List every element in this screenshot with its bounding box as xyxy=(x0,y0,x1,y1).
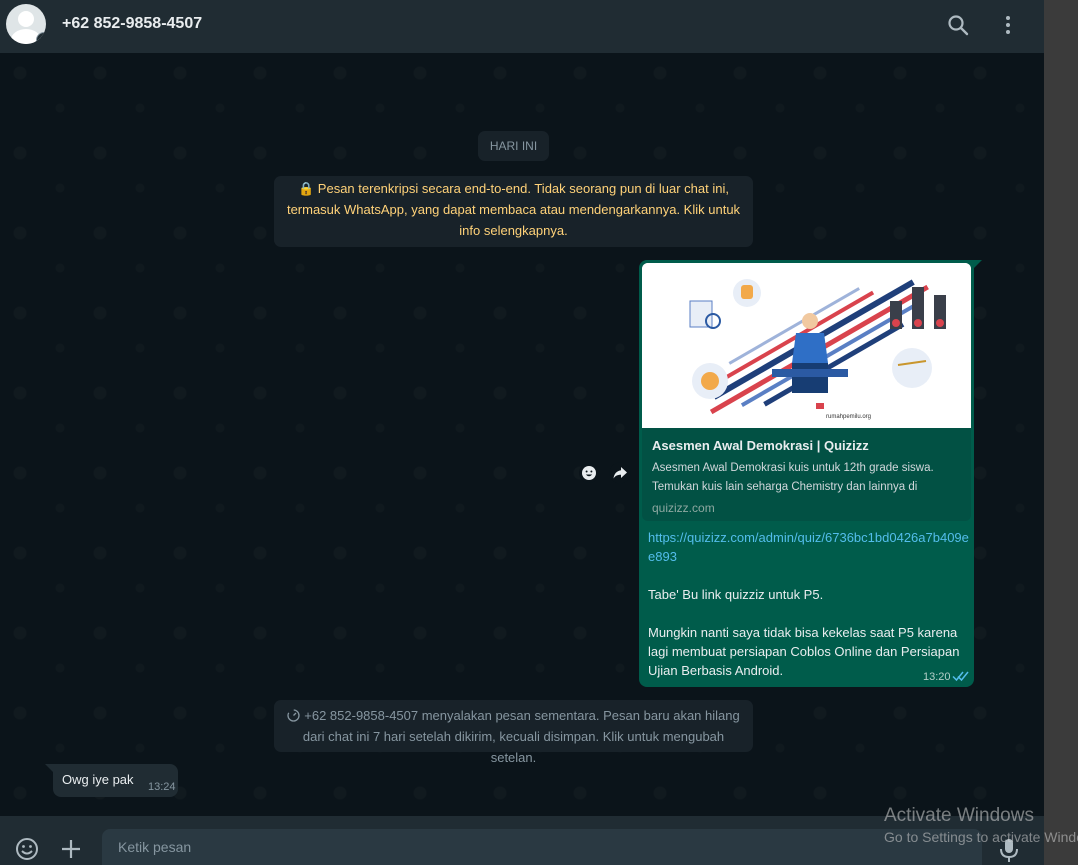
preview-domain: quizizz.com xyxy=(652,501,715,515)
preview-description: Asesmen Awal Demokrasi kuis untuk 12th g… xyxy=(652,462,934,493)
attach-plus-icon[interactable] xyxy=(58,836,84,862)
message-time: 13:20 xyxy=(923,671,951,683)
timer-icon xyxy=(287,709,300,722)
message-input[interactable] xyxy=(102,829,982,865)
message-text: Tabe' Bu link quizziz untuk P5. Mungkin … xyxy=(648,587,960,678)
incoming-message[interactable]: Owg iye pak 13:24 xyxy=(53,764,178,797)
contact-name[interactable]: +62 852-9858-4507 xyxy=(62,15,202,33)
activation-watermark: Activate Windows Go to Settings to activ… xyxy=(884,805,1078,845)
preview-title: Asesmen Awal Demokrasi | Quizizz xyxy=(652,438,869,453)
read-receipt-icon xyxy=(952,671,969,682)
search-icon[interactable] xyxy=(946,13,970,37)
date-divider: HARI INI xyxy=(478,131,549,161)
outgoing-message[interactable]: rumahpemilu.org Asesmen Awal Demokrasi |… xyxy=(639,260,974,687)
message-link[interactable]: https://quizizz.com/admin/quiz/6736bc1bd… xyxy=(648,528,970,566)
contact-avatar[interactable] xyxy=(6,4,46,44)
disappearing-messages-notice[interactable]: +62 852-9858-4507 menyalakan pesan semen… xyxy=(274,700,753,765)
encryption-notice[interactable]: 🔒 Pesan terenkripsi secara end-to-end. T… xyxy=(274,176,753,247)
preview-image: rumahpemilu.org xyxy=(642,263,971,428)
window-edge xyxy=(1044,0,1078,865)
forward-icon[interactable] xyxy=(609,462,631,484)
default-avatar-icon xyxy=(18,11,34,27)
emoji-reaction-icon[interactable] xyxy=(578,462,600,484)
watermark-subtitle: Go to Settings to activate Windows. xyxy=(884,829,1078,845)
message-text: Owg iye pak xyxy=(62,772,134,787)
menu-icon[interactable] xyxy=(996,13,1020,37)
chevron-down-icon[interactable] xyxy=(952,271,966,281)
chat-header: +62 852-9858-4507 xyxy=(0,0,1044,53)
emoji-icon[interactable] xyxy=(14,836,40,862)
watermark-title: Activate Windows xyxy=(884,805,1034,826)
svg-text:rumahpemilu.org: rumahpemilu.org xyxy=(826,414,871,420)
link-preview[interactable]: rumahpemilu.org Asesmen Awal Demokrasi |… xyxy=(642,263,971,521)
disappearing-timer-icon xyxy=(36,32,46,44)
message-time: 13:24 xyxy=(148,781,176,793)
